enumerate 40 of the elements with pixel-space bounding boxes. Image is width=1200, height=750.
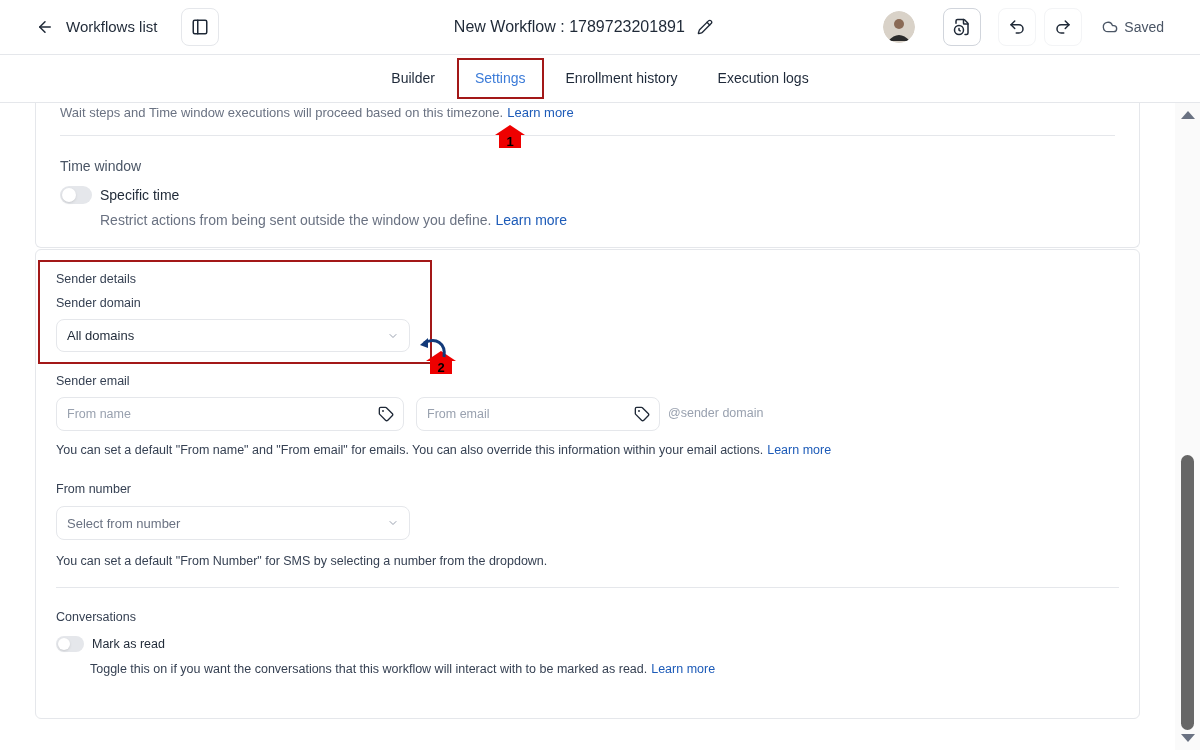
help-text: Restrict actions from being sent outside the window you define. Learn more [100,210,569,230]
cloud-icon [1102,19,1119,35]
sidebar-toggle-icon[interactable] [181,8,220,46]
learn-more-link[interactable]: Learn more [767,442,832,457]
undo-icon[interactable] [998,8,1037,46]
toggle-switch[interactable] [56,636,84,653]
from-email-field[interactable]: From email [416,396,660,431]
from-number-select[interactable]: Select from number [56,506,410,541]
toggle-label: Mark as read [92,635,165,653]
help-text: Toggle this on if you want the conversations that this workflow will interact with to be marked as read. Learn more [90,660,717,678]
tab[interactable]: Builder [375,60,451,97]
field-label: Sender email [56,373,131,390]
redo-icon[interactable] [1044,8,1083,46]
domain-suffix: @sender domain [668,405,764,423]
tab[interactable]: Execution logs [701,60,825,97]
tab[interactable]: Settings [458,60,542,97]
avatar [883,11,916,43]
back-button[interactable]: Workflows list [36,15,158,39]
learn-more-link[interactable]: Learn more [507,105,574,120]
tag-icon [378,405,394,422]
field-label: From number [56,480,133,498]
history-icon[interactable] [943,8,982,46]
learn-more-link[interactable]: Learn more [651,661,716,676]
from-name-field[interactable]: From name [56,396,404,431]
section-heading: Sender details [56,270,137,288]
workflow-title: New Workflow : 1789723201891 [453,17,685,37]
edit-icon[interactable] [696,19,713,35]
timezone-note: Wait steps and Time window executions will proceed based on this timezone. Learn more [60,103,1115,136]
section-heading: Time window [60,156,143,176]
field-label: Sender domain [56,295,142,313]
section-heading: Conversations [56,609,137,626]
learn-more-link[interactable]: Learn more [495,211,568,228]
saved-status: Saved [1124,17,1164,37]
help-text: You can set a default "From Number" for SMS by selecting a number from the dropdown. [56,553,549,571]
tag-icon [634,405,650,422]
help-text: You can set a default "From name" and "From email" for emails. You can also override this information within your email actions. Learn more [56,441,833,459]
toggle-label: Specific time [100,185,180,205]
toggle-switch[interactable] [60,186,92,204]
domain-select[interactable]: All domains [56,319,410,352]
tab[interactable]: Enrollment history [549,60,694,97]
